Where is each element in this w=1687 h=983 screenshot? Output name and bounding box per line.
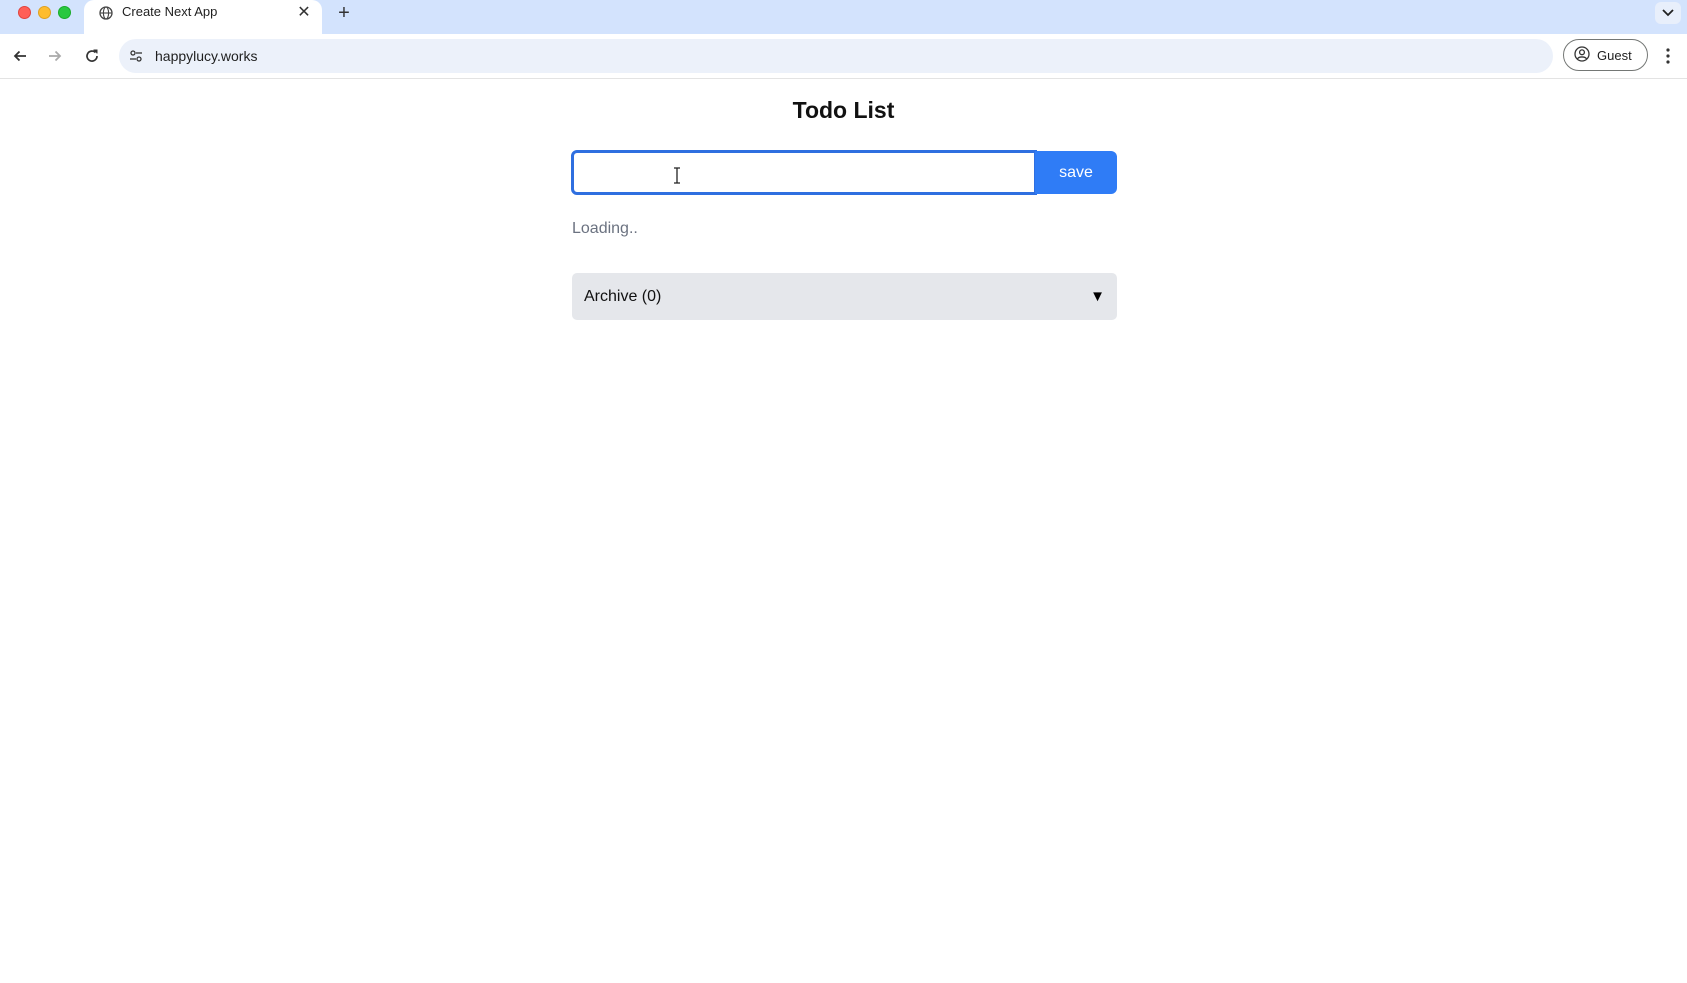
close-window-button[interactable]	[18, 6, 31, 19]
kebab-icon[interactable]	[1656, 43, 1680, 69]
close-icon[interactable]: ✕	[294, 3, 314, 23]
tab-strip: Create Next App ✕ +	[0, 0, 1687, 34]
browser-tab[interactable]: Create Next App ✕	[84, 0, 322, 34]
loading-status: Loading..	[572, 220, 638, 237]
address-bar[interactable]: happylucy.works	[119, 39, 1553, 73]
minimize-window-button[interactable]	[38, 6, 51, 19]
arrow-right-icon[interactable]	[42, 43, 68, 69]
profile-button[interactable]: Guest	[1563, 39, 1648, 71]
arrow-left-icon[interactable]	[7, 43, 33, 69]
maximize-window-button[interactable]	[58, 6, 71, 19]
archive-label: Archive (0)	[584, 287, 662, 305]
caret-down-icon: ▼	[1090, 288, 1105, 305]
tab-title: Create Next App	[122, 4, 218, 19]
todo-input[interactable]	[571, 150, 1037, 195]
page-title: Todo List	[792, 97, 895, 123]
account-circle-icon	[1574, 45, 1590, 65]
plus-icon[interactable]: +	[332, 1, 356, 25]
reload-icon[interactable]	[79, 43, 105, 69]
page-content: Todo List save Loading.. Archive (0) ▼	[0, 79, 1687, 983]
globe-icon	[98, 5, 114, 21]
archive-toggle[interactable]: Archive (0) ▼	[572, 273, 1117, 320]
profile-label: Guest	[1597, 47, 1632, 63]
url-text: happylucy.works	[155, 48, 258, 64]
save-button[interactable]: save	[1035, 151, 1117, 194]
browser-toolbar: happylucy.works Guest	[0, 34, 1687, 79]
chevron-down-icon[interactable]	[1655, 2, 1681, 24]
tune-icon[interactable]	[125, 45, 147, 67]
